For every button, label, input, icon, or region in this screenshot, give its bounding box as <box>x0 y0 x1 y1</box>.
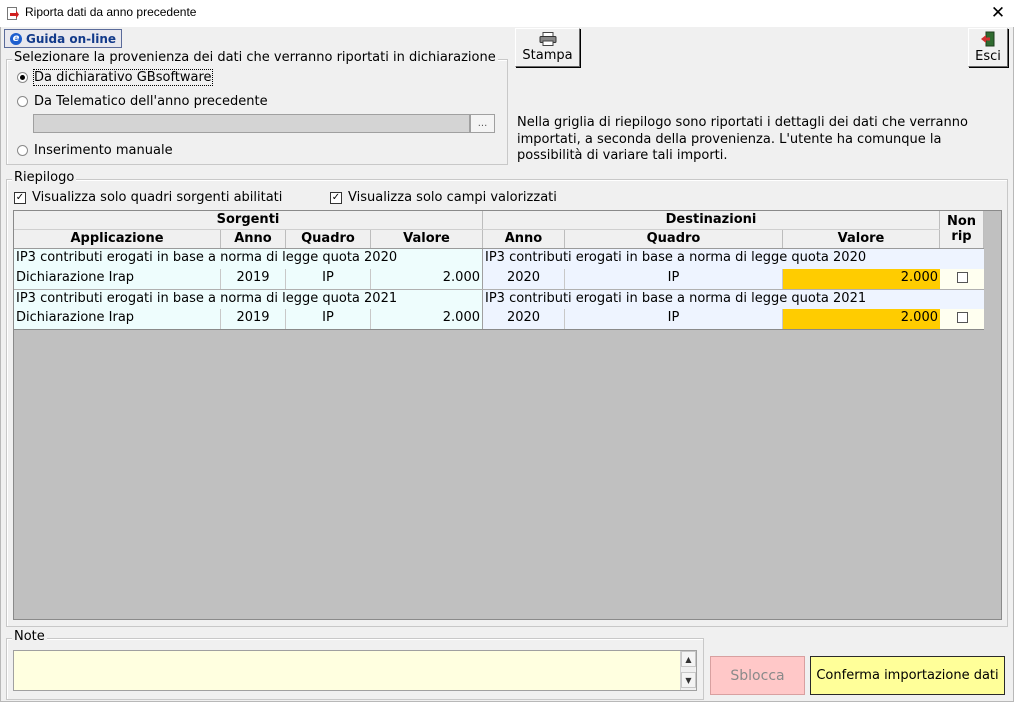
esci-label: Esci <box>975 49 1001 64</box>
row-src-description: IP3 contributi erogati in base a norma d… <box>14 249 483 269</box>
cell-anno-src[interactable]: 2019 <box>221 309 286 329</box>
note-legend: Note <box>12 629 47 644</box>
check-label: Visualizza solo quadri sorgenti abilitat… <box>32 190 283 205</box>
row-dst-description: IP3 contributi erogati in base a norma d… <box>483 249 984 269</box>
row-src-description: IP3 contributi erogati in base a norma d… <box>14 290 483 309</box>
conferma-importazione-button[interactable]: Conferma importazione dati <box>810 656 1005 695</box>
header-valore-src: Valore <box>371 230 483 249</box>
printer-icon <box>539 32 556 46</box>
stampa-label: Stampa <box>522 48 573 63</box>
cell-nonrip[interactable] <box>940 269 984 289</box>
cell-anno-dst[interactable]: 2020 <box>483 309 565 329</box>
row-dst-description: IP3 contributi erogati in base a norma d… <box>483 290 984 309</box>
guida-online-label: Guida on-line <box>25 31 117 46</box>
header-quadro-src: Quadro <box>286 230 371 249</box>
cell-valore-src[interactable]: 2.000 <box>371 309 483 329</box>
guida-online-button[interactable]: e Guida on-line <box>4 29 122 48</box>
check-campi-valorizzati[interactable]: ✓ Visualizza solo campi valorizzati <box>330 190 557 205</box>
browse-file-button[interactable]: ... <box>470 114 495 133</box>
checkbox-checked-icon: ✓ <box>14 191 26 204</box>
cell-valore-dst[interactable]: 2.000 <box>783 309 940 329</box>
cell-applicazione[interactable]: Dichiarazione Irap <box>14 269 221 289</box>
esci-button[interactable]: Esci <box>968 28 1008 67</box>
cell-quadro-src[interactable]: IP <box>286 269 371 289</box>
scroll-down-icon[interactable]: ▼ <box>681 672 696 688</box>
header-anno-dst: Anno <box>483 230 565 249</box>
stampa-button[interactable]: Stampa <box>515 28 580 67</box>
header-nonrip: Non rip <box>940 211 984 249</box>
document-arrow-icon <box>7 7 19 20</box>
cell-quadro-dst[interactable]: IP <box>565 269 783 289</box>
header-quadro-dst: Quadro <box>565 230 783 249</box>
nonrip-checkbox[interactable] <box>956 272 968 283</box>
cell-valore-src[interactable]: 2.000 <box>371 269 483 289</box>
radio-indicator <box>17 96 28 107</box>
check-label: Visualizza solo campi valorizzati <box>348 190 557 205</box>
cell-quadro-src[interactable]: IP <box>286 309 371 329</box>
cell-quadro-dst[interactable]: IP <box>565 309 783 329</box>
radio-gbsoftware[interactable]: Da dichiarativo GBsoftware <box>17 69 213 86</box>
cell-applicazione[interactable]: Dichiarazione Irap <box>14 309 221 329</box>
header-destinazioni: Destinazioni <box>483 211 940 230</box>
radio-telematico[interactable]: Da Telematico dell'anno precedente <box>17 94 268 109</box>
radio-label: Da Telematico dell'anno precedente <box>34 94 268 109</box>
radio-indicator <box>17 72 28 83</box>
scroll-up-icon[interactable]: ▲ <box>681 651 696 667</box>
radio-label: Da dichiarativo GBsoftware <box>33 69 213 86</box>
check-sorgenti-abilitati[interactable]: ✓ Visualizza solo quadri sorgenti abilit… <box>14 190 282 205</box>
nonrip-checkbox[interactable] <box>956 312 968 323</box>
browser-e-icon: e <box>9 32 22 45</box>
cell-anno-dst[interactable]: 2020 <box>483 269 565 289</box>
sblocca-button[interactable]: Sblocca <box>710 656 805 695</box>
note-scrollbar[interactable]: ▲ ▼ <box>680 651 696 690</box>
checkbox-checked-icon: ✓ <box>330 191 342 204</box>
radio-manuale[interactable]: Inserimento manuale <box>17 143 173 158</box>
riepilogo-grid: Sorgenti Destinazioni Non rip Applicazio… <box>13 210 1002 620</box>
telematico-file-field[interactable] <box>33 114 470 133</box>
radio-indicator <box>17 145 28 156</box>
info-text: Nella griglia di riepilogo sono riportat… <box>517 115 968 163</box>
header-sorgenti: Sorgenti <box>14 211 483 230</box>
cell-anno-src[interactable]: 2019 <box>221 269 286 289</box>
note-textarea[interactable] <box>13 650 697 691</box>
provenance-legend: Selezionare la provenienza dei dati che … <box>12 50 498 65</box>
header-applicazione: Applicazione <box>14 230 221 249</box>
window-title: Riporta dati da anno precedente <box>25 5 197 19</box>
header-nonrip-line2: rip <box>951 229 972 244</box>
close-icon[interactable]: ✕ <box>988 3 1008 23</box>
cell-nonrip[interactable] <box>940 309 984 329</box>
exit-door-icon <box>981 31 995 47</box>
cell-valore-dst[interactable]: 2.000 <box>783 269 940 289</box>
riepilogo-legend: Riepilogo <box>12 170 77 185</box>
radio-label: Inserimento manuale <box>34 143 173 158</box>
header-nonrip-line1: Non <box>946 214 977 229</box>
header-anno-src: Anno <box>221 230 286 249</box>
header-valore-dst: Valore <box>783 230 940 249</box>
